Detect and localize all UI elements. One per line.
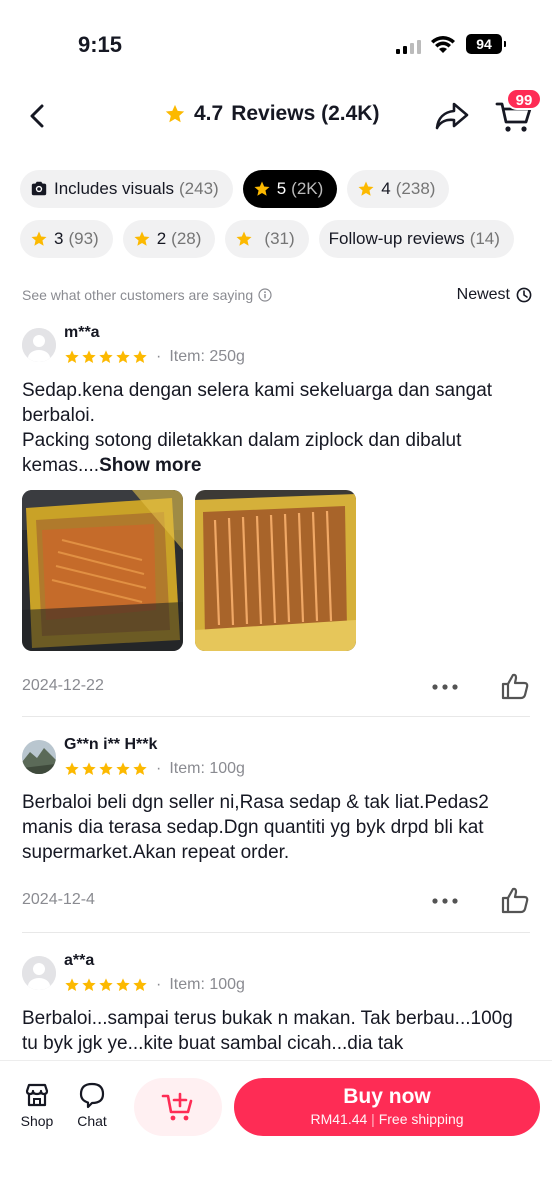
customers-hint: See what other customers are saying xyxy=(22,287,272,303)
star-icon xyxy=(99,762,113,775)
sort-row: See what other customers are saying Newe… xyxy=(22,284,532,308)
star-icon xyxy=(116,978,130,991)
review-text: Berbaloi beli dgn seller ni,Rasa sedap &… xyxy=(22,792,489,863)
landscape-avatar-icon xyxy=(22,740,56,774)
item-variant: Item: 250g xyxy=(169,348,245,365)
filter-follow-up-reviews[interactable]: Follow-up reviews (14) xyxy=(318,220,514,258)
star-icon xyxy=(134,231,150,246)
filter-2-star[interactable]: 2 (28) xyxy=(122,220,216,258)
review-photo[interactable] xyxy=(22,490,183,651)
shop-icon xyxy=(25,1083,49,1107)
thumbs-up-icon[interactable] xyxy=(500,885,530,915)
star-icon xyxy=(133,762,147,775)
star-icon xyxy=(116,762,130,775)
share-icon[interactable] xyxy=(434,100,470,132)
add-to-cart-button[interactable] xyxy=(134,1078,222,1136)
review-photos xyxy=(22,490,530,651)
review-card: m**a · Item: 250g Sedap.kena dengan sele… xyxy=(22,324,530,707)
item-variant: Item: 100g xyxy=(169,760,245,777)
rating-stars xyxy=(64,977,148,993)
review-date: 2024-12-4 xyxy=(22,891,95,908)
add-to-cart-icon xyxy=(161,1092,193,1121)
chat-button[interactable]: Chat xyxy=(67,1081,117,1129)
chat-icon xyxy=(79,1082,105,1109)
back-arrow-icon[interactable] xyxy=(22,100,54,132)
more-options-icon[interactable] xyxy=(430,673,460,701)
avatar[interactable] xyxy=(22,956,56,990)
filter-1-star[interactable]: (31) xyxy=(225,220,309,258)
divider xyxy=(22,932,530,933)
camera-icon xyxy=(31,181,47,196)
show-more-link[interactable]: Show more xyxy=(99,455,201,476)
info-icon[interactable] xyxy=(258,288,272,302)
battery-indicator: 94 xyxy=(466,34,506,54)
avatar[interactable] xyxy=(22,328,56,362)
review-date: 2024-12-22 xyxy=(22,677,104,694)
bottom-action-bar: Shop Chat Buy now RM41.44 | Free shippin… xyxy=(0,1060,552,1200)
item-variant: Item: 100g xyxy=(169,976,245,993)
shop-button[interactable]: Shop xyxy=(12,1081,62,1129)
star-icon xyxy=(116,350,130,363)
reviewer-name[interactable]: m**a xyxy=(64,324,100,342)
wifi-icon xyxy=(431,36,455,53)
star-icon xyxy=(254,181,270,196)
star-icon xyxy=(133,978,147,991)
divider xyxy=(22,716,530,717)
status-time: 9:15 xyxy=(78,32,123,57)
review-card: a**a · Item: 100g Berbaloi...sampai teru… xyxy=(22,952,530,1056)
star-icon xyxy=(165,104,185,123)
thumbs-up-icon[interactable] xyxy=(500,671,530,701)
reviewer-name[interactable]: a**a xyxy=(64,952,94,970)
star-icon xyxy=(358,181,374,196)
reviews-title: Reviews (2.4K) xyxy=(231,102,380,125)
default-avatar-icon xyxy=(22,328,56,362)
filter-includes-visuals[interactable]: Includes visuals (243) xyxy=(20,170,233,208)
star-icon xyxy=(99,350,113,363)
review-card: G**n i** H**k · Item: 100g Berbaloi beli… xyxy=(22,736,530,921)
star-icon xyxy=(82,978,96,991)
sort-newest-button[interactable]: Newest xyxy=(457,286,532,304)
more-options-icon[interactable] xyxy=(430,887,460,915)
shipping-note: Free shipping xyxy=(378,1111,464,1127)
header: 4.7 Reviews (2.4K) 99 xyxy=(0,88,552,144)
rating-stars xyxy=(64,349,148,365)
price: RM41.44 xyxy=(310,1111,368,1127)
status-bar: 9:15 94 xyxy=(0,0,552,80)
cellular-signal-icon xyxy=(396,38,421,54)
star-icon xyxy=(65,978,79,991)
star-icon xyxy=(82,762,96,775)
clock-icon xyxy=(516,287,532,303)
average-rating: 4.7 xyxy=(194,102,224,125)
star-icon xyxy=(65,762,79,775)
star-icon xyxy=(31,231,47,246)
cart-badge: 99 xyxy=(506,88,542,110)
avatar[interactable] xyxy=(22,740,56,774)
review-photo[interactable] xyxy=(195,490,356,651)
filter-4-star[interactable]: 4 (238) xyxy=(347,170,450,208)
star-icon xyxy=(133,350,147,363)
star-icon xyxy=(82,350,96,363)
review-text: Berbaloi...sampai terus bukak n makan. T… xyxy=(22,1008,513,1054)
rating-stars xyxy=(64,761,148,777)
reviewer-name[interactable]: G**n i** H**k xyxy=(64,736,157,754)
filter-5-star[interactable]: 5 (2K) xyxy=(242,170,338,208)
dried-squid-photo xyxy=(195,490,356,651)
star-icon xyxy=(99,978,113,991)
page-title: 4.7 Reviews (2.4K) xyxy=(164,102,379,126)
buy-now-button[interactable]: Buy now RM41.44 | Free shipping xyxy=(234,1078,540,1136)
dried-squid-photo xyxy=(22,490,183,651)
filter-3-star[interactable]: 3 (93) xyxy=(20,220,113,258)
default-avatar-icon xyxy=(22,956,56,990)
star-icon xyxy=(236,231,252,246)
star-icon xyxy=(65,350,79,363)
filter-chips: Includes visuals (243) 5 (2K) 4 (238) 3 … xyxy=(20,170,540,270)
review-text: Sedap.kena dengan selera kami sekeluarga… xyxy=(22,380,493,476)
